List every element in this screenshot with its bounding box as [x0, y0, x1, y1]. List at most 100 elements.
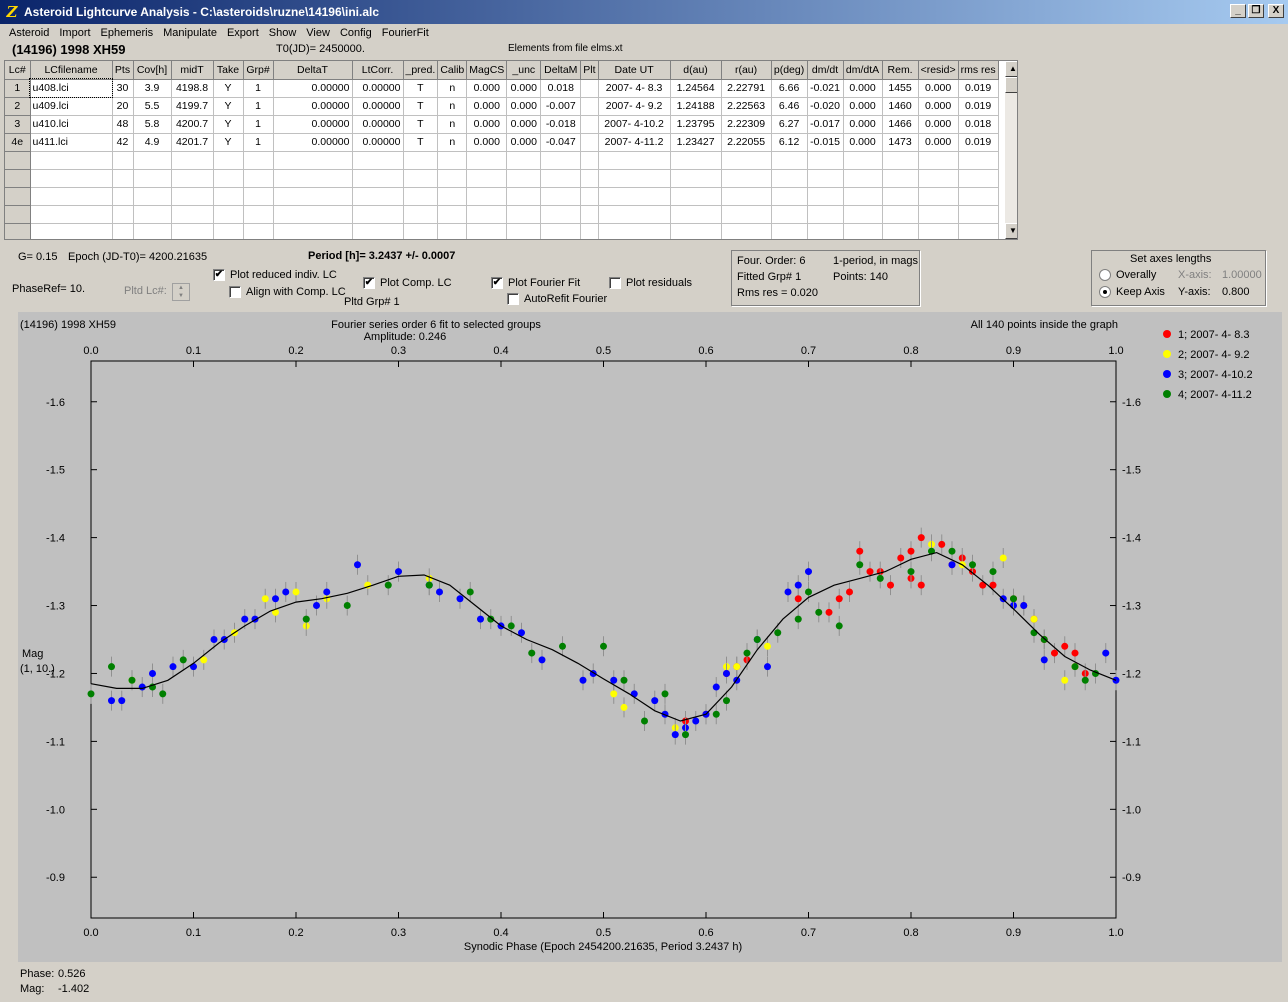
table-cell[interactable]: u409.lci: [30, 97, 113, 116]
column-header[interactable]: MagCS: [466, 61, 508, 80]
plot-reduced-checkbox[interactable]: ✔ Plot reduced indiv. LC: [213, 269, 337, 281]
table-cell[interactable]: [273, 223, 353, 239]
table-cell[interactable]: [243, 205, 274, 224]
table-cell[interactable]: 0.000: [466, 115, 508, 134]
autorefit-checkbox[interactable]: AutoRefit Fourier: [507, 293, 607, 305]
table-cell[interactable]: [466, 187, 508, 206]
table-cell[interactable]: [598, 187, 671, 206]
table-cell[interactable]: 6.12: [771, 133, 808, 152]
empty-table-row[interactable]: [5, 205, 999, 224]
table-cell[interactable]: [882, 187, 919, 206]
menu-config[interactable]: Config: [335, 27, 377, 39]
table-cell[interactable]: 4.9: [133, 133, 172, 152]
table-cell[interactable]: [437, 151, 468, 170]
menu-export[interactable]: Export: [222, 27, 264, 39]
table-cell[interactable]: [133, 205, 172, 224]
table-cell[interactable]: [403, 205, 439, 224]
table-cell[interactable]: [506, 169, 542, 188]
table-cell[interactable]: T: [403, 133, 439, 152]
table-cell[interactable]: 0.000: [506, 133, 542, 152]
table-cell[interactable]: [506, 223, 542, 239]
table-cell[interactable]: [580, 169, 599, 188]
row-header[interactable]: [5, 223, 31, 239]
table-cell[interactable]: [807, 151, 844, 170]
table-cell[interactable]: [133, 151, 172, 170]
table-cell[interactable]: [721, 151, 772, 170]
table-cell[interactable]: 6.46: [771, 97, 808, 116]
table-cell[interactable]: -0.007: [540, 97, 582, 116]
table-cell[interactable]: [133, 187, 172, 206]
table-cell[interactable]: [171, 187, 214, 206]
table-cell[interactable]: [243, 169, 274, 188]
table-cell[interactable]: u410.lci: [30, 115, 113, 134]
table-cell[interactable]: 0.000: [466, 133, 508, 152]
table-cell[interactable]: [918, 205, 959, 224]
table-cell[interactable]: [171, 169, 214, 188]
table-cell[interactable]: 0.00000: [273, 97, 353, 116]
table-cell[interactable]: [437, 205, 468, 224]
table-cell[interactable]: 0.00000: [352, 97, 404, 116]
table-cell[interactable]: [918, 151, 959, 170]
table-cell[interactable]: n: [437, 79, 468, 98]
table-cell[interactable]: [958, 169, 999, 188]
table-cell[interactable]: 0.000: [918, 79, 959, 98]
table-cell[interactable]: [540, 169, 582, 188]
column-header[interactable]: Rem.: [882, 61, 919, 80]
plot-fourier-checkbox[interactable]: ✔ Plot Fourier Fit: [491, 277, 580, 289]
table-cell[interactable]: 0.019: [958, 97, 999, 116]
table-cell[interactable]: [598, 151, 671, 170]
scroll-thumb[interactable]: [1005, 77, 1017, 93]
table-cell[interactable]: [112, 223, 134, 239]
table-cell[interactable]: [843, 151, 883, 170]
table-cell[interactable]: [580, 205, 599, 224]
table-cell[interactable]: 1: [243, 97, 274, 116]
table-cell[interactable]: [771, 169, 808, 188]
table-cell[interactable]: n: [437, 133, 468, 152]
column-header[interactable]: d(au): [670, 61, 722, 80]
table-cell[interactable]: [918, 223, 959, 239]
table-cell[interactable]: [30, 151, 113, 170]
table-cell[interactable]: [670, 187, 722, 206]
spin-up-icon[interactable]: ▲: [173, 284, 189, 292]
table-cell[interactable]: [466, 169, 508, 188]
table-cell[interactable]: [403, 151, 439, 170]
column-header[interactable]: dm/dtA: [843, 61, 883, 80]
table-cell[interactable]: Y: [213, 79, 244, 98]
table-cell[interactable]: n: [437, 115, 468, 134]
table-cell[interactable]: 2.22791: [721, 79, 772, 98]
row-header[interactable]: [5, 169, 31, 188]
table-cell[interactable]: [807, 169, 844, 188]
table-cell[interactable]: 0.000: [843, 115, 883, 134]
table-cell[interactable]: 42: [112, 133, 134, 152]
table-cell[interactable]: [30, 223, 113, 239]
table-cell[interactable]: [670, 223, 722, 239]
table-cell[interactable]: 5.8: [133, 115, 172, 134]
table-cell[interactable]: 2007- 4- 8.3: [598, 79, 671, 98]
table-cell[interactable]: 0.00000: [273, 79, 353, 98]
table-cell[interactable]: [958, 151, 999, 170]
table-cell[interactable]: [213, 205, 244, 224]
table-cell[interactable]: 2007- 4- 9.2: [598, 97, 671, 116]
table-cell[interactable]: [352, 205, 404, 224]
table-cell[interactable]: [598, 223, 671, 239]
table-cell[interactable]: 1.23795: [670, 115, 722, 134]
table-cell[interactable]: [540, 223, 582, 239]
table-cell[interactable]: 0.00000: [352, 115, 404, 134]
table-cell[interactable]: T: [403, 115, 439, 134]
table-cell[interactable]: u408.lci: [29, 78, 113, 98]
table-cell[interactable]: [352, 151, 404, 170]
table-cell[interactable]: [133, 223, 172, 239]
menu-ephemeris[interactable]: Ephemeris: [96, 27, 159, 39]
table-cell[interactable]: Y: [213, 115, 244, 134]
empty-table-row[interactable]: [5, 187, 999, 206]
table-cell[interactable]: 3.9: [133, 79, 172, 98]
menu-show[interactable]: Show: [264, 27, 302, 39]
table-cell[interactable]: 5.5: [133, 97, 172, 116]
table-cell[interactable]: [958, 205, 999, 224]
table-cell[interactable]: [30, 187, 113, 206]
table-cell[interactable]: [506, 187, 542, 206]
table-cell[interactable]: [437, 187, 468, 206]
column-header[interactable]: Plt: [580, 61, 599, 80]
table-cell[interactable]: Y: [213, 133, 244, 152]
column-header[interactable]: rms res: [958, 61, 999, 80]
